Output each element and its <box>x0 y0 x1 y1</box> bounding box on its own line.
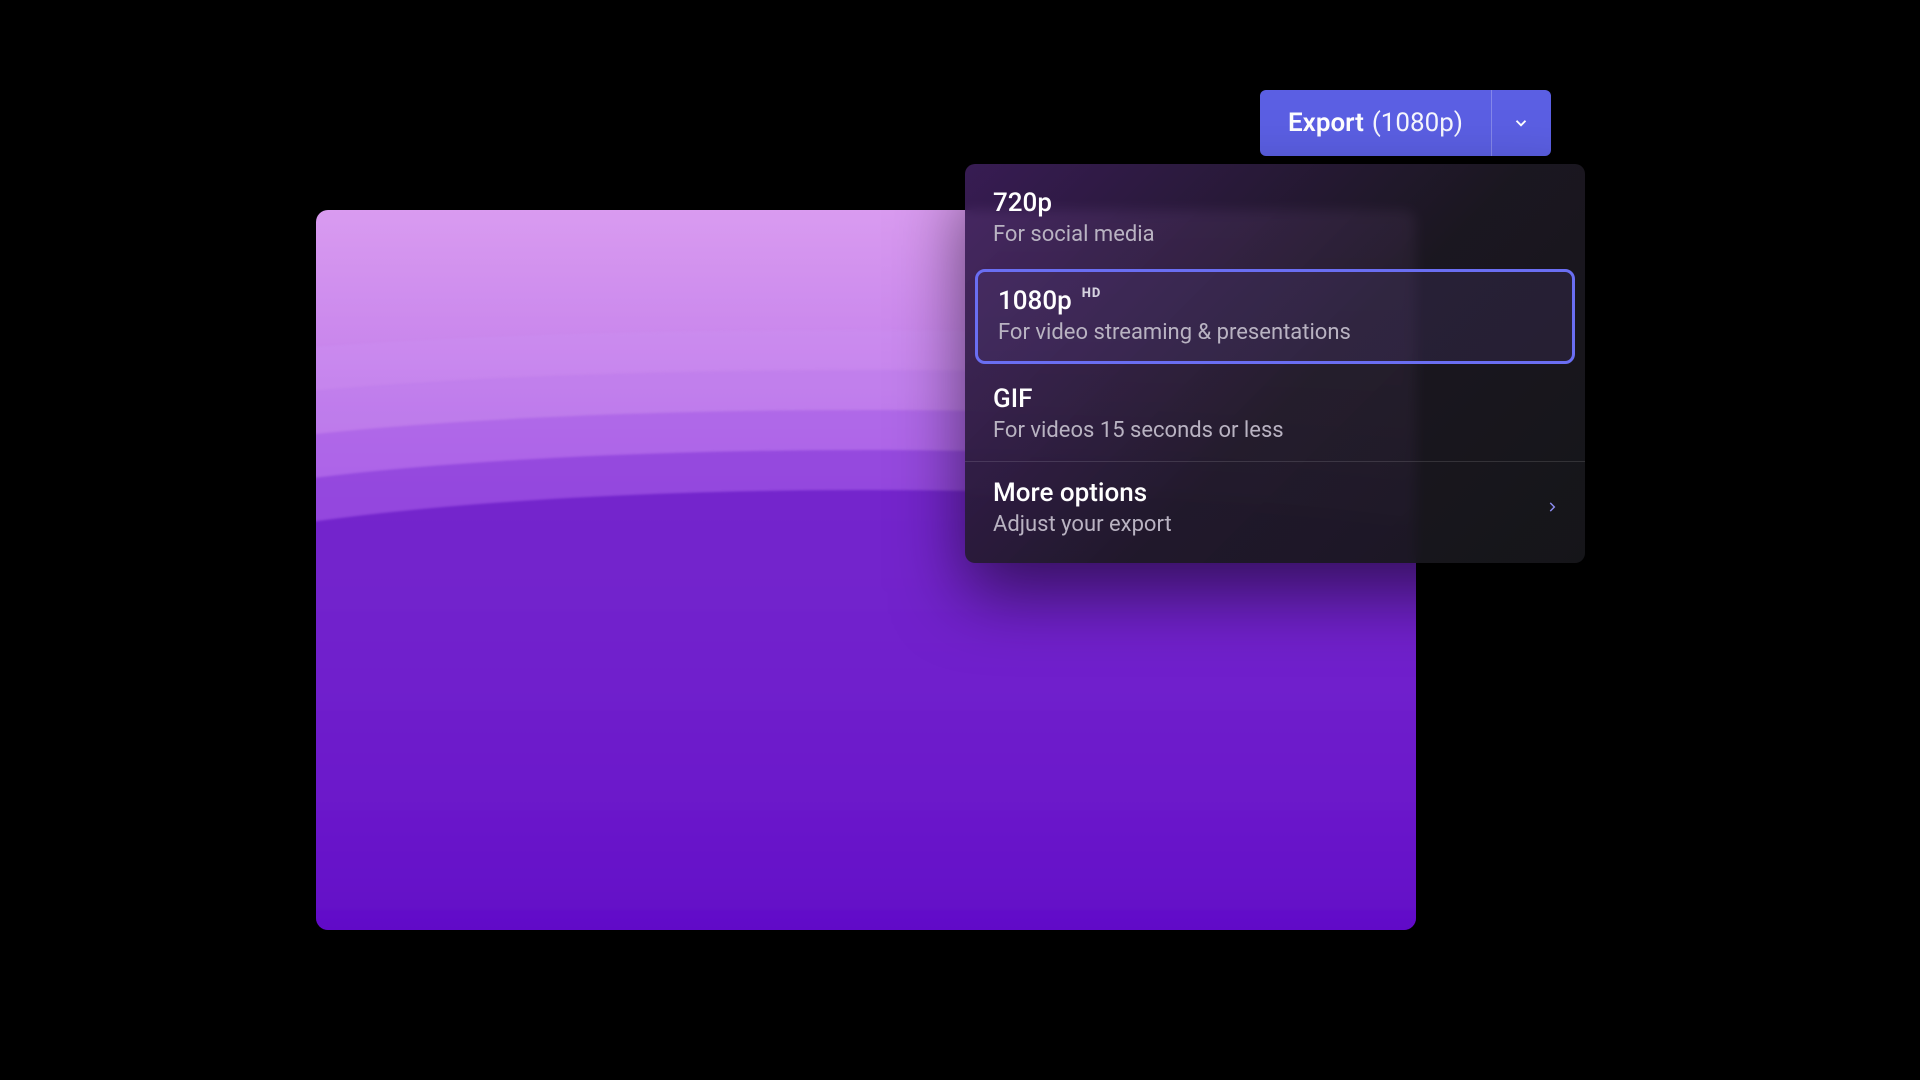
option-subtitle: For social media <box>993 222 1557 247</box>
option-title: 720p <box>993 188 1052 218</box>
export-button-label: Export <box>1288 108 1364 138</box>
export-quality-menu: 720p For social media 1080p HD For video… <box>965 164 1585 563</box>
option-title: More options <box>993 478 1147 508</box>
export-option-1080p[interactable]: 1080p HD For video streaming & presentat… <box>975 269 1575 364</box>
export-button[interactable]: Export (1080p) <box>1260 90 1491 156</box>
chevron-right-icon <box>1545 496 1559 522</box>
export-option-720p[interactable]: 720p For social media <box>965 172 1585 265</box>
hd-badge: HD <box>1082 286 1102 301</box>
option-subtitle: Adjust your export <box>993 512 1557 537</box>
option-subtitle: For videos 15 seconds or less <box>993 418 1557 443</box>
export-more-options[interactable]: More options Adjust your export <box>965 461 1585 555</box>
option-subtitle: For video streaming & presentations <box>998 320 1552 345</box>
export-dropdown-toggle[interactable] <box>1491 90 1551 156</box>
export-button-suffix: (1080p) <box>1372 108 1463 138</box>
option-title: GIF <box>993 384 1032 414</box>
export-split-button: Export (1080p) <box>1260 90 1551 156</box>
export-option-gif[interactable]: GIF For videos 15 seconds or less <box>965 368 1585 461</box>
option-title: 1080p <box>998 286 1072 316</box>
chevron-down-icon <box>1512 114 1530 132</box>
